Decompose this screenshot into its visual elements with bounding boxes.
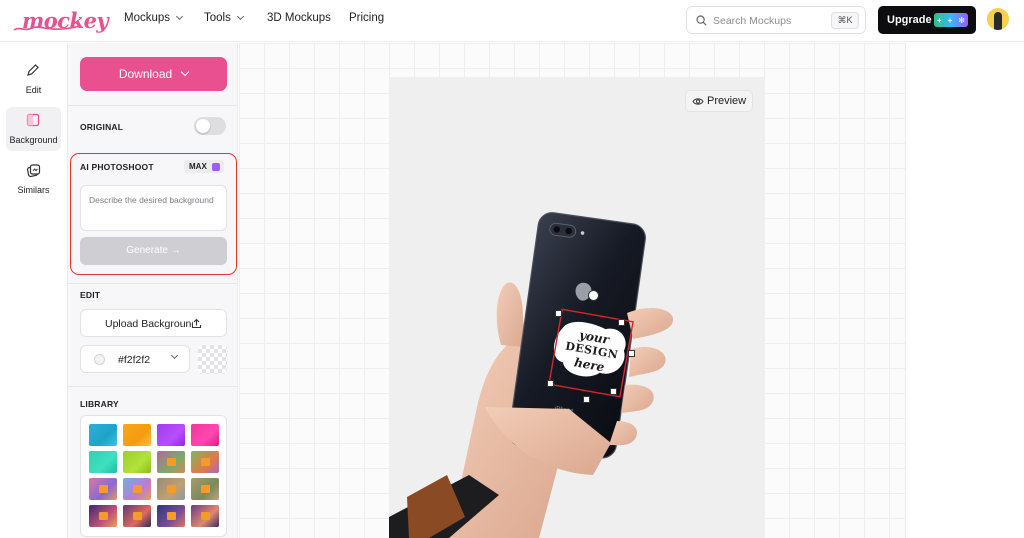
similars-icon [26, 164, 41, 178]
chevron-down-icon [236, 12, 244, 21]
nav-tools-label: Tools [204, 12, 231, 24]
resize-handle[interactable] [547, 380, 554, 387]
library-tile[interactable] [157, 505, 185, 527]
image-placeholder-icon [133, 512, 142, 520]
library-tile[interactable] [191, 505, 219, 527]
transparent-background-button[interactable] [198, 345, 227, 374]
rail-item-label: Edit [25, 85, 42, 95]
library-tile[interactable] [157, 424, 185, 446]
divider [68, 386, 237, 387]
library-tile[interactable] [89, 505, 117, 527]
rotate-handle[interactable] [588, 290, 599, 301]
nav-3d-mockups-label: 3D Mockups [267, 12, 331, 24]
resize-handle[interactable] [618, 319, 625, 326]
left-rail: Edit Background Similars [0, 43, 68, 538]
background-library [80, 415, 227, 537]
nav-pricing[interactable]: Pricing [349, 12, 384, 24]
max-badge: MAX [184, 160, 224, 173]
image-placeholder-icon [167, 512, 176, 520]
upgrade-label: Upgrade [887, 14, 932, 26]
resize-handle[interactable] [555, 310, 562, 317]
chevron-down-icon [175, 12, 184, 21]
logo-text: mockey [22, 8, 109, 33]
resize-handle[interactable] [583, 396, 590, 403]
snowflake-icon: ✻ [958, 15, 965, 25]
nav-3d-mockups[interactable]: 3D Mockups [267, 12, 331, 24]
image-placeholder-icon [201, 485, 210, 493]
pencil-icon [27, 64, 39, 76]
background-color-select[interactable]: #f2f2f2 [80, 345, 190, 373]
rail-item-edit[interactable]: Edit [6, 57, 61, 101]
top-bar: mockey Mockups Tools 3D Mockups Pricing … [0, 0, 1024, 42]
divider [68, 283, 237, 284]
upgrade-button[interactable]: Upgrade + + ✻ [878, 6, 976, 34]
chevron-down-icon [180, 67, 190, 77]
color-swatch [94, 354, 105, 365]
mockup-photo: iPhone [389, 212, 674, 538]
image-placeholder-icon [201, 458, 210, 466]
resize-handle[interactable] [610, 388, 617, 395]
library-tile[interactable] [123, 478, 151, 500]
mockup-stage[interactable]: iPhone your DESIGN here Preview [389, 77, 765, 538]
divider [68, 105, 237, 106]
plan-icon [212, 162, 220, 171]
generate-button[interactable]: Generate → [80, 237, 227, 265]
download-button[interactable]: Download [80, 57, 227, 91]
library-tile[interactable] [157, 478, 185, 500]
settings-panel: Download ORIGINAL AI PHOTOSHOOT MAX Gene… [68, 43, 238, 538]
background-prompt-field[interactable] [80, 185, 227, 231]
library-tile[interactable] [191, 424, 219, 446]
original-toggle[interactable] [194, 117, 226, 135]
search-input[interactable] [713, 12, 813, 29]
resize-handle[interactable] [628, 350, 635, 357]
upload-background-label: Upload Background [105, 318, 193, 330]
user-avatar[interactable] [987, 8, 1009, 30]
rail-item-background[interactable]: Background [6, 107, 61, 151]
background-icon [26, 113, 40, 127]
library-tile[interactable] [191, 451, 219, 473]
image-placeholder-icon [99, 485, 108, 493]
plan-badges: + + ✻ [934, 13, 968, 27]
upload-icon [191, 318, 202, 329]
eye-icon [692, 98, 704, 105]
image-placeholder-icon [133, 485, 142, 493]
plus-icon: + [936, 15, 942, 25]
plus-icon: + [947, 15, 953, 25]
upload-background-button[interactable]: Upload Background [80, 309, 227, 337]
original-label: ORIGINAL [80, 122, 124, 132]
mockey-logo[interactable]: mockey [10, 4, 109, 38]
edit-section-title: EDIT [80, 290, 101, 300]
preview-button[interactable]: Preview [685, 90, 753, 112]
image-placeholder-icon [167, 485, 176, 493]
library-section-title: LIBRARY [80, 399, 119, 409]
search-icon [696, 15, 707, 26]
nav-mockups[interactable]: Mockups [124, 12, 184, 24]
library-tile[interactable] [123, 505, 151, 527]
library-tile[interactable] [89, 478, 117, 500]
library-tile[interactable] [191, 478, 219, 500]
nav-tools[interactable]: Tools [204, 12, 244, 24]
download-label: Download [118, 67, 173, 81]
search-shortcut-badge: ⌘K [831, 12, 859, 29]
library-tile[interactable] [123, 451, 151, 473]
nav-pricing-label: Pricing [349, 12, 385, 24]
library-tile[interactable] [123, 424, 151, 446]
library-tile[interactable] [89, 424, 117, 446]
library-tile[interactable] [89, 451, 117, 473]
image-placeholder-icon [167, 458, 176, 466]
rail-item-label: Background [9, 135, 58, 145]
right-pane [905, 43, 1024, 538]
chevron-down-icon [170, 351, 179, 360]
preview-label: Preview [707, 95, 747, 107]
nav-mockups-label: Mockups [124, 12, 171, 24]
library-tile[interactable] [157, 451, 185, 473]
ai-photoshoot-title: AI PHOTOSHOOT [80, 162, 154, 172]
rail-item-label: Similars [17, 185, 50, 195]
image-placeholder-icon [201, 512, 210, 520]
rail-item-similars[interactable]: Similars [6, 157, 61, 201]
color-value: #f2f2f2 [118, 354, 151, 366]
image-placeholder-icon [99, 512, 108, 520]
max-badge-label: MAX [189, 162, 207, 171]
